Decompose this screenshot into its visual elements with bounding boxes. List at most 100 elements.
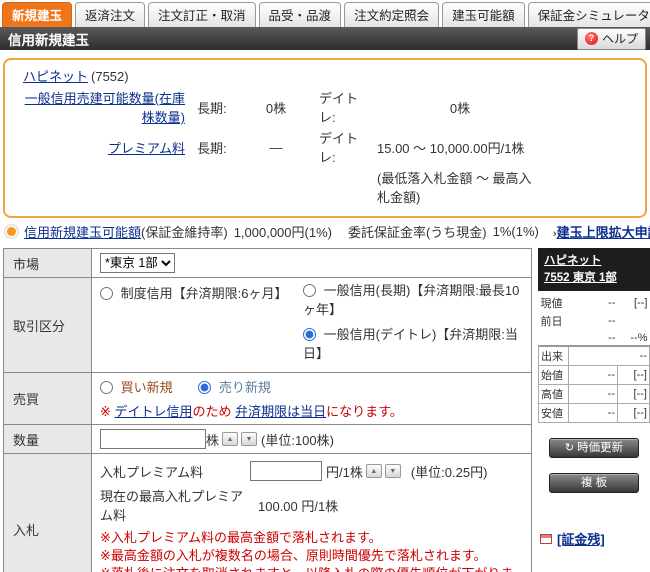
- tab-order-execution-inquiry[interactable]: 注文約定照会: [344, 2, 440, 27]
- margin-rate-value: 1%(1%): [492, 224, 539, 239]
- possible-amount-sub: (保証金維持率): [141, 225, 228, 240]
- bid-current-value: 100.00 円/1株: [258, 498, 339, 514]
- help-button[interactable]: ? ヘルプ: [576, 27, 646, 50]
- bid-premium-up-icon[interactable]: ▲: [365, 464, 382, 478]
- premium-range-row: (最低落入札金額 ～ 最高入札金額): [15, 167, 545, 207]
- top-tab-bar: 新規建玉 返済注文 注文訂正・取消 品受・品渡 注文約定照会 建玉可能額 保証金…: [0, 0, 650, 27]
- expand-limit-link[interactable]: 建玉上限拡大申請: [557, 225, 650, 240]
- sellable-long-value: 0株: [265, 100, 287, 116]
- sellable-daytrade-value: 0株: [449, 100, 471, 116]
- category-radio-general-daytrade[interactable]: [303, 328, 316, 341]
- quote-row-current: 現値 -- [--]: [540, 297, 648, 310]
- long-term-label2: 長期:: [197, 140, 227, 156]
- side-radio-buy[interactable]: [100, 381, 113, 394]
- premium-fee-row: プレミアム料 長期: ― デイトレ: 15.00 ～ 10,000.00円/1株: [15, 127, 545, 167]
- category-option-general-long[interactable]: 一般信用(長期)【弁済期限:最長10ヶ年】: [303, 280, 523, 318]
- tab-position-limit[interactable]: 建玉可能額: [442, 2, 525, 27]
- possible-amount-link[interactable]: 信用新規建玉可能額: [24, 225, 141, 240]
- bid-row: 入札 入札プレミアム料 円/1株 ▲ ▼ (単位:0.25円) 現在の最高入札プ…: [4, 454, 531, 572]
- premium-range-note: (最低落入札金額 ～ 最高入札金額): [377, 171, 532, 205]
- order-board-button[interactable]: 複 板: [549, 473, 639, 493]
- bid-label: 入札: [4, 454, 92, 572]
- availability-table: 一般信用売建可能数量(在庫株数量) 長期: 0株 デイトレ: 0株 プレミアム料…: [15, 87, 545, 207]
- premium-long-value: ―: [269, 139, 283, 155]
- market-select[interactable]: *東京 1部: [100, 253, 175, 273]
- quote-row-high: 高値 -- [--]: [538, 384, 650, 404]
- quote-stock-code-link[interactable]: 7552 東京 1部: [544, 272, 617, 284]
- bid-premium-unit: 円/1株: [326, 464, 363, 480]
- quantity-unit: 株: [206, 432, 220, 448]
- quote-row-volume: 出来 --: [538, 345, 650, 366]
- credit-new-position-page: 新規建玉 返済注文 注文訂正・取消 品受・品渡 注文約定照会 建玉可能額 保証金…: [0, 0, 650, 572]
- quantity-up-icon[interactable]: ▲: [222, 432, 239, 446]
- popup-window-icon: [540, 533, 552, 544]
- stock-code: (7552): [91, 69, 129, 84]
- quantity-input[interactable]: [100, 429, 206, 449]
- market-row: 市場 *東京 1部: [4, 249, 531, 278]
- category-radio-system[interactable]: [100, 287, 113, 300]
- sellable-quantity-row: 一般信用売建可能数量(在庫株数量) 長期: 0株 デイトレ: 0株: [15, 87, 545, 127]
- bid-note-1: ※入札プレミアム料の最高金額で落札されます。: [100, 530, 382, 545]
- category-label: 取引区分: [4, 278, 92, 372]
- side-option-buy[interactable]: 買い新規: [100, 380, 176, 395]
- quote-panel: ハピネット 7552 東京 1部 現値 -- [--] 前日 -- -- --%: [538, 248, 650, 548]
- market-label: 市場: [4, 249, 92, 277]
- tab-repayment-order[interactable]: 返済注文: [75, 2, 146, 27]
- bid-premium-input[interactable]: [250, 461, 322, 481]
- side-option-sell[interactable]: 売り新規: [198, 380, 271, 395]
- daytrade-note: ※ デイトレ信用のため 弁済期限は当日になります。: [100, 404, 403, 419]
- possible-amount-value: 1,000,000円(1%): [233, 225, 332, 240]
- premium-daytrade-value: 15.00 ～ 10,000.00円/1株: [377, 140, 525, 156]
- category-radio-general-long[interactable]: [303, 284, 316, 297]
- category-option-general-daytrade[interactable]: 一般信用(デイトレ)【弁済期限:当日】: [303, 324, 523, 362]
- bid-notes: ※入札プレミアム料の最高金額で落札されます。 ※最高金額の入札が複数名の場合、原…: [100, 529, 523, 572]
- quantity-unit-note: (単位:100株): [261, 432, 334, 448]
- quantity-label: 数量: [4, 425, 92, 453]
- margin-balance-link[interactable]: [証金残]: [557, 529, 605, 548]
- quote-row-prevday: 前日 --: [540, 315, 616, 328]
- bid-note-2: ※最高金額の入札が複数名の場合、原則時間優先で落札されます。: [100, 548, 487, 563]
- page-title: 信用新規建玉: [8, 32, 89, 48]
- quantity-down-icon[interactable]: ▼: [241, 432, 258, 446]
- tab-delivery[interactable]: 品受・品渡: [258, 2, 342, 27]
- premium-fee-link[interactable]: プレミアム料: [108, 141, 185, 156]
- sellable-quantity-link[interactable]: 一般信用売建可能数量(在庫株数量): [25, 91, 185, 125]
- margin-rate-label: 委託保証金率(うち現金): [347, 225, 487, 240]
- quote-table: 現値 -- [--] 前日 -- -- --% 出来 -- 始値 -- [--]…: [538, 294, 650, 423]
- orange-bullet-icon: [7, 227, 16, 236]
- tab-order-correct-cancel[interactable]: 注文訂正・取消: [148, 2, 256, 27]
- bid-note-3: ※落札後に注文を取消されますと、以降入札の際の優先順位が下がります。: [100, 565, 523, 572]
- daytrade-credit-link[interactable]: デイトレ信用: [115, 404, 193, 419]
- bid-current-label: 現在の最高入札プレミアム料: [100, 489, 244, 523]
- refresh-icon: ↻: [564, 441, 575, 454]
- main-area: 市場 *東京 1部 取引区分 制度信用【弁済期限:6ヶ月】 一般信用(長期)【弁…: [0, 248, 650, 572]
- quantity-row: 数量 株 ▲ ▼ (単位:100株): [4, 425, 531, 454]
- side-label: 売買: [4, 373, 92, 424]
- stock-name-link[interactable]: ハピネット: [23, 69, 88, 84]
- bid-premium-label: 入札プレミアム料: [100, 464, 204, 480]
- quote-header: ハピネット 7552 東京 1部: [538, 248, 650, 291]
- tab-new-position[interactable]: 新規建玉: [2, 2, 73, 27]
- bid-step-note: (単位:0.25円): [410, 464, 488, 480]
- quote-row-open: 始値 -- [--]: [538, 365, 650, 385]
- quote-stock-name-link[interactable]: ハピネット: [544, 255, 602, 267]
- tab-margin-simulator[interactable]: 保証金シミュレーター: [527, 2, 650, 27]
- side-row: 売買 買い新規 売り新規 ※ デイトレ信用のため 弁済期限は当日になります。: [4, 373, 531, 425]
- bid-premium-down-icon[interactable]: ▼: [384, 464, 401, 478]
- quote-row-change: -- --%: [608, 331, 648, 344]
- daytrade-label2: デイトレ:: [319, 131, 359, 165]
- help-button-label: ヘルプ: [601, 31, 638, 46]
- long-term-label: 長期:: [197, 100, 227, 116]
- daytrade-label: デイトレ:: [319, 91, 359, 125]
- side-radio-sell[interactable]: [198, 381, 212, 394]
- refresh-quote-button[interactable]: ↻ 時価更新: [549, 438, 639, 458]
- order-form: 市場 *東京 1部 取引区分 制度信用【弁済期限:6ヶ月】 一般信用(長期)【弁…: [3, 248, 532, 572]
- title-bar: 信用新規建玉 ? ヘルプ: [0, 27, 650, 50]
- stock-info-box: ハピネット (7552) 一般信用売建可能数量(在庫株数量) 長期: 0株 デイト…: [3, 58, 647, 218]
- repayment-deadline-link[interactable]: 弁済期限は当日: [235, 404, 326, 419]
- category-row: 取引区分 制度信用【弁済期限:6ヶ月】 一般信用(長期)【弁済期限:最長10ヶ年…: [4, 278, 531, 373]
- category-option-system[interactable]: 制度信用【弁済期限:6ヶ月】: [100, 286, 287, 301]
- help-icon: ?: [584, 31, 598, 45]
- margin-balance-line: [証金残]: [540, 529, 650, 548]
- quote-row-low: 安値 -- [--]: [538, 403, 650, 423]
